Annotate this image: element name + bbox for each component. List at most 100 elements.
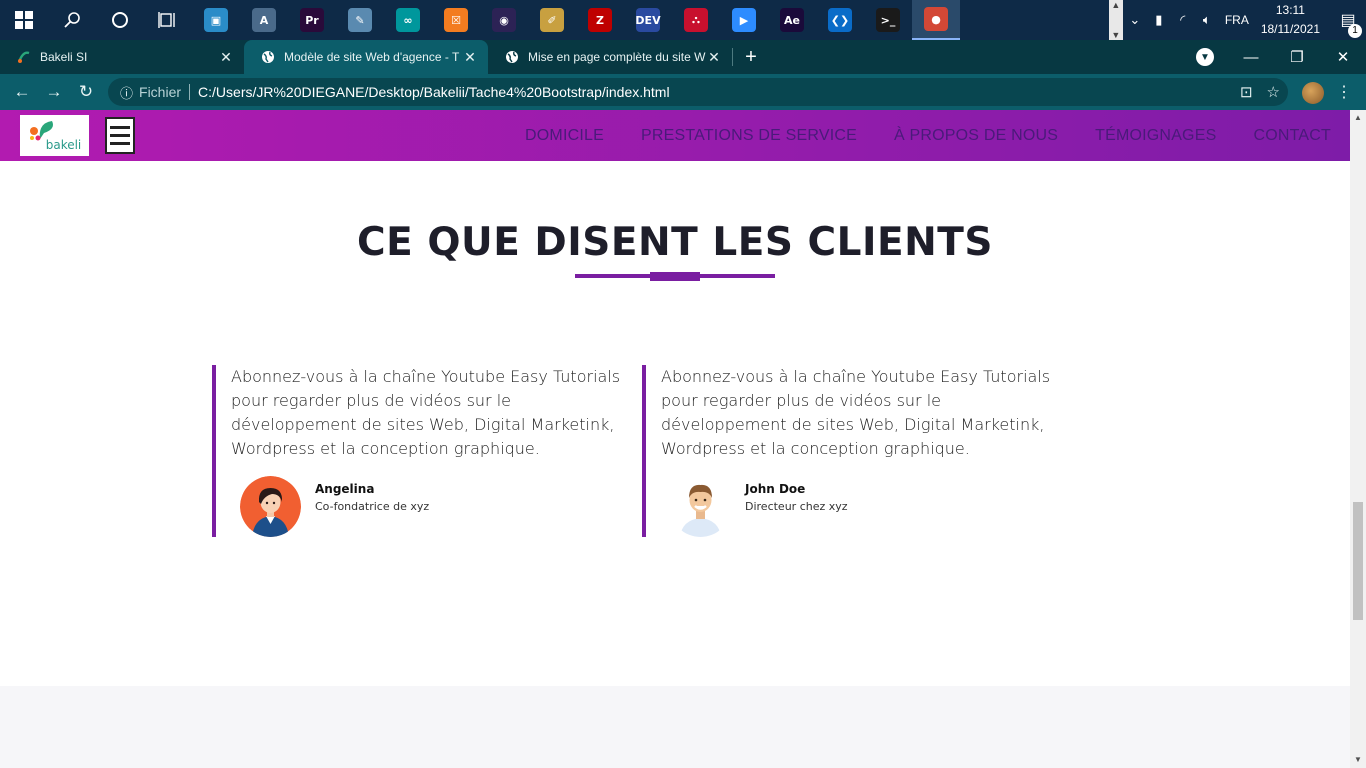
notification-center-icon[interactable]: ▤ 1 bbox=[1330, 10, 1366, 38]
author-role: Directeur chez xyz bbox=[745, 500, 848, 513]
clock-time: 13:11 bbox=[1275, 3, 1305, 17]
chrome-icon[interactable]: ● bbox=[912, 0, 960, 40]
forward-arrow-icon[interactable]: → bbox=[38, 74, 70, 110]
testimonial-author: John Doe Directeur chez xyz bbox=[670, 476, 970, 538]
site-navbar: bakeli DOMICILE PRESTATIONS DE SERVICE À… bbox=[0, 110, 1350, 161]
nav-link-temoignages[interactable]: TÉMOIGNAGES bbox=[1095, 127, 1216, 145]
screen-app-icon[interactable]: ▣ bbox=[192, 0, 240, 40]
task-view-icon[interactable] bbox=[144, 0, 192, 40]
cortana-icon[interactable] bbox=[96, 0, 144, 40]
browser-tab-strip: Bakeli SI ✕ Modèle de site Web d'agence … bbox=[0, 40, 1366, 74]
title-underline-accent bbox=[650, 272, 700, 281]
testimonial-quote: Abonnez-vous à la chaîne Youtube Easy Tu… bbox=[231, 367, 621, 458]
bookmark-star-icon[interactable]: ☆ bbox=[1267, 83, 1280, 101]
notepad-app-icon[interactable]: ✎ bbox=[336, 0, 384, 40]
nav-link-domicile[interactable]: DOMICILE bbox=[525, 127, 604, 145]
address-separator bbox=[189, 84, 191, 100]
tab-search-icon[interactable]: ▼ bbox=[1196, 48, 1214, 66]
zoom-glyph: ▶ bbox=[732, 8, 756, 32]
author-name: Angelina bbox=[315, 482, 375, 496]
language-indicator[interactable]: FRA bbox=[1225, 13, 1249, 27]
close-window-icon[interactable]: ✕ bbox=[1320, 48, 1366, 66]
premiere-glyph: Pr bbox=[300, 8, 324, 32]
tab-title: Bakeli SI bbox=[40, 50, 88, 64]
devcpp-icon[interactable]: DEV bbox=[624, 0, 672, 40]
wifi-icon[interactable]: ◜ bbox=[1171, 12, 1195, 28]
xampp-glyph: ☒ bbox=[444, 8, 468, 32]
scrollbar-thumb[interactable] bbox=[1353, 502, 1363, 620]
tab-agency-template[interactable]: Modèle de site Web d'agence - T ✕ bbox=[244, 40, 488, 74]
address-scheme: Fichier bbox=[139, 84, 182, 100]
vscode-icon[interactable]: ❮❯ bbox=[816, 0, 864, 40]
xampp-icon[interactable]: ☒ bbox=[432, 0, 480, 40]
chevron-up-icon[interactable]: ⌄ bbox=[1123, 12, 1147, 28]
page-scrollbar[interactable]: ▲ ▼ bbox=[1350, 110, 1366, 768]
nav-link-prestations[interactable]: PRESTATIONS DE SERVICE bbox=[641, 127, 857, 145]
battery-icon[interactable]: ▮ bbox=[1147, 12, 1171, 28]
notification-count: 1 bbox=[1348, 24, 1362, 38]
search-icon[interactable] bbox=[48, 0, 96, 40]
new-tab-button[interactable]: + bbox=[733, 40, 769, 74]
section-title: CE QUE DISENT LES CLIENTS bbox=[357, 220, 993, 265]
scroll-down-icon[interactable]: ▼ bbox=[1350, 752, 1366, 768]
scroll-up-icon[interactable]: ▲ bbox=[1350, 110, 1366, 126]
acrobat-glyph: ⛬ bbox=[684, 8, 708, 32]
eclipse-icon[interactable]: ◉ bbox=[480, 0, 528, 40]
tab-bakeli[interactable]: Bakeli SI ✕ bbox=[0, 40, 244, 74]
filezilla-icon[interactable]: Z bbox=[576, 0, 624, 40]
terminal-glyph: >_ bbox=[876, 8, 900, 32]
devcpp-glyph: DEV bbox=[635, 8, 661, 32]
testimonial-card: Abonnez-vous à la chaîne Youtube Easy Tu… bbox=[212, 365, 632, 537]
window-controls: ▼ — ❐ ✕ bbox=[1196, 40, 1366, 74]
browser-toolbar: ← → ↻ ⓘ Fichier C:/Users/JR%20DIEGANE/De… bbox=[0, 74, 1366, 110]
clock[interactable]: 13:11 18/11/2021 bbox=[1261, 1, 1320, 39]
windows-taskbar: ▣ A Pr ✎ ∞ ☒ ◉ ✐ Z DEV ⛬ ▶ Ae ❮❯ >_ ● ▲ ▼ ⌄ ▮ ◜ 🔈︎ FRA 1… bbox=[0, 0, 1366, 40]
restore-icon[interactable]: ❐ bbox=[1274, 48, 1320, 66]
testimonial-author: Angelina Co-fondatrice de xyz bbox=[240, 476, 540, 538]
tab-complete-layout[interactable]: Mise en page complète du site W ✕ bbox=[488, 40, 732, 74]
tab-title: Modèle de site Web d'agence - T bbox=[284, 50, 460, 64]
nav-link-contact[interactable]: CONTACT bbox=[1253, 127, 1331, 145]
arduino-icon[interactable]: ∞ bbox=[384, 0, 432, 40]
profile-avatar[interactable] bbox=[1302, 82, 1324, 104]
minimize-icon[interactable]: — bbox=[1228, 49, 1274, 66]
pen-app-glyph: ✐ bbox=[540, 8, 564, 32]
author-name: John Doe bbox=[745, 482, 806, 496]
hamburger-menu-icon[interactable] bbox=[105, 117, 135, 154]
clock-date: 18/11/2021 bbox=[1260, 22, 1320, 36]
address-bar[interactable]: ⓘ Fichier C:/Users/JR%20DIEGANE/Desktop/… bbox=[108, 78, 1288, 106]
reload-icon[interactable]: ↻ bbox=[70, 74, 102, 110]
avatar-man-icon bbox=[670, 476, 731, 537]
bakeli-favicon-icon bbox=[16, 49, 32, 65]
arduino-glyph: ∞ bbox=[396, 8, 420, 32]
premiere-icon[interactable]: Pr bbox=[288, 0, 336, 40]
after-effects-icon[interactable]: Ae bbox=[768, 0, 816, 40]
tab-title: Mise en page complète du site W bbox=[528, 50, 706, 64]
acrobat-icon[interactable]: ⛬ bbox=[672, 0, 720, 40]
bakeli-logo-mark bbox=[30, 121, 53, 141]
nav-link-a-propos[interactable]: À PROPOS DE NOUS bbox=[894, 127, 1058, 145]
pen-app-icon[interactable]: ✐ bbox=[528, 0, 576, 40]
terminal-icon[interactable]: >_ bbox=[864, 0, 912, 40]
more-menu-icon[interactable]: ⋮ bbox=[1336, 82, 1352, 102]
tray-scroll[interactable]: ▲ ▼ bbox=[1108, 0, 1123, 40]
translate-icon[interactable]: ⊡ bbox=[1240, 83, 1253, 101]
info-icon[interactable]: ⓘ bbox=[120, 83, 133, 102]
volume-icon[interactable]: 🔈︎ bbox=[1195, 12, 1219, 28]
system-tray: ▲ ▼ ⌄ ▮ ◜ 🔈︎ FRA 13:11 18/11/2021 ▤ 1 bbox=[1108, 0, 1366, 40]
asp-app-icon[interactable]: A bbox=[240, 0, 288, 40]
notepad-app-glyph: ✎ bbox=[348, 8, 372, 32]
bakeli-logo[interactable]: bakeli bbox=[20, 115, 89, 156]
zoom-icon[interactable]: ▶ bbox=[720, 0, 768, 40]
back-arrow-icon[interactable]: ← bbox=[6, 74, 38, 110]
close-tab-icon[interactable]: ✕ bbox=[462, 49, 478, 66]
close-tab-icon[interactable]: ✕ bbox=[706, 49, 722, 66]
vscode-glyph: ❮❯ bbox=[828, 8, 852, 32]
main-menu: DOMICILE PRESTATIONS DE SERVICE À PROPOS… bbox=[525, 110, 1350, 161]
close-tab-icon[interactable]: ✕ bbox=[218, 49, 234, 66]
globe-icon bbox=[260, 49, 276, 65]
pinned-apps: ▣ A Pr ✎ ∞ ☒ ◉ ✐ Z DEV ⛬ ▶ Ae ❮❯ >_ ● bbox=[192, 0, 960, 40]
address-actions: ⊡ ☆ bbox=[1240, 83, 1280, 101]
after-effects-glyph: Ae bbox=[780, 8, 804, 32]
windows-start-icon[interactable] bbox=[0, 0, 48, 40]
